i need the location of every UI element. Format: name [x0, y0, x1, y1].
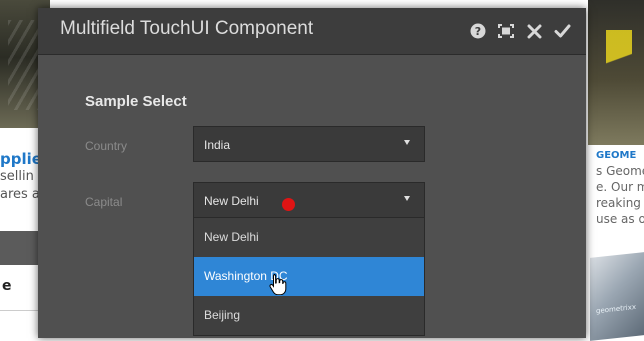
hand-cursor-icon	[269, 273, 287, 296]
background-right-line: e. Our m	[596, 180, 644, 194]
svg-text:?: ?	[475, 25, 481, 38]
background-right-line: reaking a	[596, 196, 644, 210]
component-dialog: Multifield TouchUI Component ? Sample Se…	[38, 8, 586, 338]
capital-options-list: New Delhi Washington DC Beijing	[193, 218, 425, 336]
done-icon[interactable]	[552, 21, 572, 41]
chevron-down-icon	[404, 196, 410, 201]
chevron-down-icon	[404, 140, 410, 145]
option-washington-dc[interactable]: Washington DC	[194, 257, 424, 296]
dialog-header: Multifield TouchUI Component ?	[38, 8, 586, 55]
country-label: Country	[85, 139, 128, 153]
country-select[interactable]: India	[193, 126, 425, 162]
background-device-image: geometrixx	[590, 252, 644, 341]
capital-select-value: New Delhi	[204, 194, 259, 208]
background-photo-right	[588, 0, 644, 145]
background-tab-label: e	[2, 278, 12, 294]
background-right-line: s Geome	[596, 164, 644, 178]
option-new-delhi[interactable]: New Delhi	[194, 218, 424, 257]
section-title: Sample Select	[85, 93, 187, 110]
dialog-title: Multifield TouchUI Component	[60, 18, 314, 39]
capital-select[interactable]: New Delhi	[193, 182, 425, 218]
dialog-header-actions: ?	[468, 21, 572, 41]
background-right-line: use as o	[596, 212, 644, 226]
country-select-value: India	[204, 138, 231, 152]
fullscreen-icon[interactable]	[496, 21, 516, 41]
background-right-title: GEOME	[596, 150, 637, 161]
close-icon[interactable]	[524, 21, 544, 41]
capital-label: Capital	[85, 195, 123, 209]
background-article-right: GEOME s Geome e. Our m reaking a use as …	[596, 150, 644, 227]
help-icon[interactable]: ?	[468, 21, 488, 41]
option-beijing[interactable]: Beijing	[194, 296, 424, 335]
click-marker	[282, 198, 295, 211]
background-device-label: geometrixx	[596, 303, 637, 316]
